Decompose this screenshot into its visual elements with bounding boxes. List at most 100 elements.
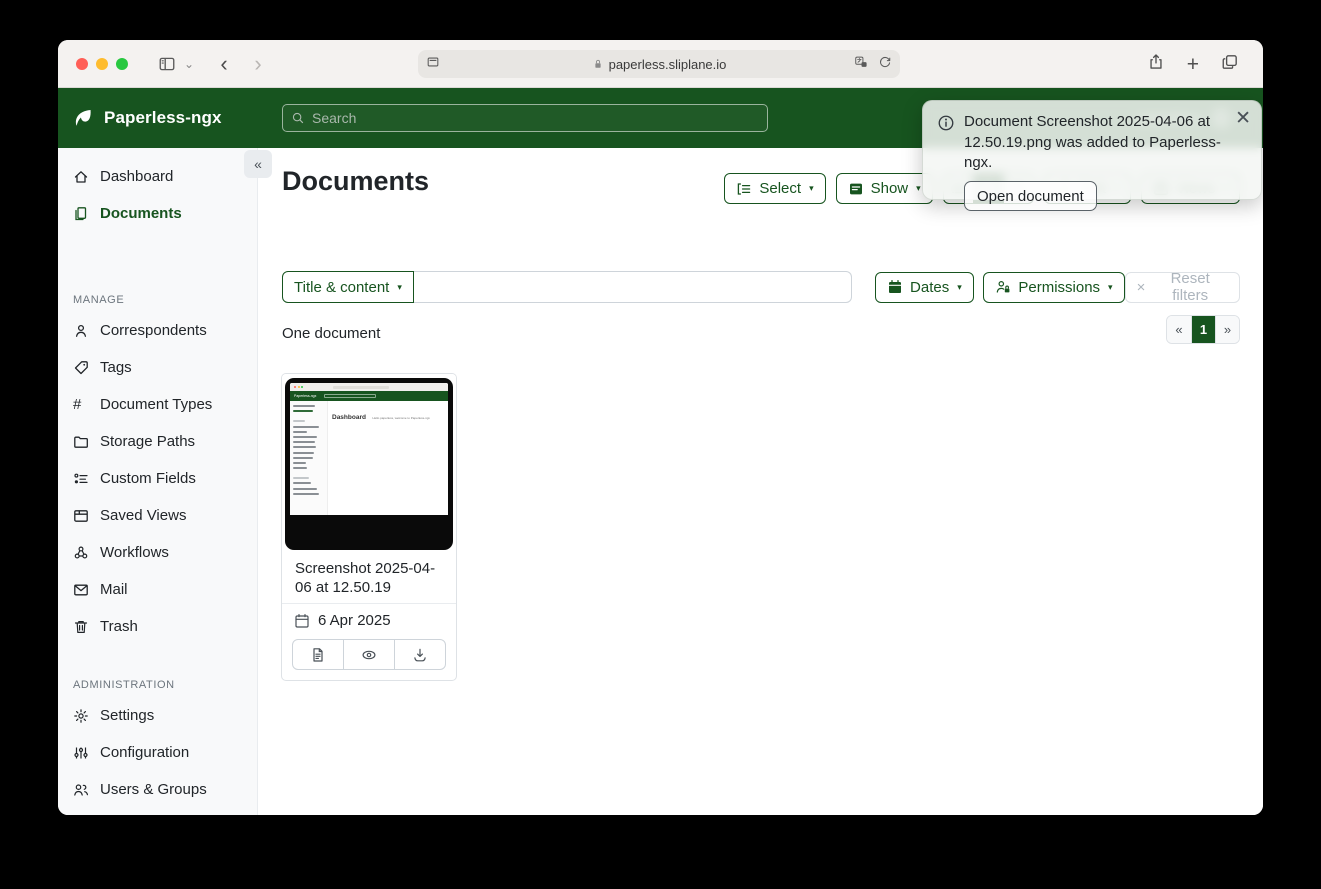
metadata-button[interactable] (292, 639, 344, 670)
sidebar-item-label: Saved Views (100, 507, 186, 524)
browser-window: ⌄ ‹ › paperless.sliplane.io + (58, 40, 1263, 815)
caret-down-icon: ▾ (916, 183, 921, 194)
sidebar-item-workflows[interactable]: Workflows (58, 534, 257, 571)
pagination-next[interactable]: » (1215, 316, 1239, 343)
folder-icon (73, 434, 89, 450)
sidebar-item-tags[interactable]: Tags (58, 349, 257, 386)
reset-filters-button[interactable]: × Reset filters (1125, 272, 1240, 303)
sidebar-item-storage-paths[interactable]: Storage Paths (58, 423, 257, 460)
translate-icon[interactable] (854, 55, 868, 74)
documents-icon (73, 206, 89, 222)
download-button[interactable] (394, 639, 446, 670)
calendar-icon (887, 279, 903, 295)
filter-input-group: Title & content ▾ (282, 271, 852, 303)
document-title[interactable]: Screenshot 2025-04-06 at 12.50.19 (282, 552, 456, 603)
sidebar-item-label: Document Types (100, 396, 212, 413)
toast-notification: Document Screenshot 2025-04-06 at 12.50.… (922, 100, 1262, 200)
mail-icon (73, 582, 89, 598)
filter-field-dropdown[interactable]: Title & content ▾ (282, 271, 414, 303)
workflows-icon (73, 545, 89, 561)
pagination-page-1[interactable]: 1 (1191, 316, 1215, 343)
window-controls (76, 58, 128, 70)
sidebar-manage-heading: MANAGE (73, 294, 257, 306)
sidebar-item-documents[interactable]: Documents (58, 195, 257, 232)
sidebar-collapse-button[interactable]: « (244, 150, 272, 178)
permissions-button[interactable]: Permissions ▾ (983, 272, 1124, 303)
pagination-prev[interactable]: « (1167, 316, 1191, 343)
tab-overview-icon[interactable] (1221, 53, 1239, 76)
document-card: Paperless-ngx (281, 373, 457, 681)
sidebar-item-label: Dashboard (100, 168, 173, 185)
reader-icon[interactable] (426, 55, 440, 74)
pagination: « 1 » (1166, 315, 1240, 344)
address-bar[interactable]: paperless.sliplane.io (418, 50, 900, 78)
custom-fields-icon (73, 471, 89, 487)
global-search (282, 104, 768, 132)
home-icon (73, 169, 89, 185)
sidebar-item-saved-views[interactable]: Saved Views (58, 497, 257, 534)
document-date: 6 Apr 2025 (318, 612, 391, 629)
sidebar-item-custom-fields[interactable]: Custom Fields (58, 460, 257, 497)
paperless-leaf-icon (72, 107, 94, 129)
browser-sidebar-icon[interactable] (158, 55, 176, 73)
sidebar-item-correspondents[interactable]: Correspondents (58, 312, 257, 349)
page-title: Documents (282, 166, 429, 197)
tag-icon (73, 360, 89, 376)
close-window-button[interactable] (76, 58, 88, 70)
new-tab-button[interactable]: + (1187, 54, 1199, 75)
chevron-down-icon[interactable]: ⌄ (184, 57, 194, 71)
permissions-icon (995, 279, 1011, 295)
show-fields-icon (848, 181, 864, 197)
sidebar-item-configuration[interactable]: Configuration (58, 734, 257, 771)
document-actions (282, 637, 456, 680)
caret-down-icon: ▾ (957, 282, 962, 293)
toast-message: Document Screenshot 2025-04-06 at 12.50.… (964, 112, 1222, 174)
forward-button[interactable]: › (246, 53, 270, 75)
sidebar-item-label: Users & Groups (100, 781, 207, 798)
filter-text-input[interactable] (414, 271, 852, 303)
filter-row: Title & content ▾ Dates ▾ Permissions ▾ (282, 271, 1240, 303)
back-button[interactable]: ‹ (212, 53, 236, 75)
show-button[interactable]: Show ▾ (836, 173, 933, 204)
caret-down-icon: ▾ (1108, 282, 1113, 293)
minimize-window-button[interactable] (96, 58, 108, 70)
sidebar-item-label: Settings (100, 707, 154, 724)
caret-down-icon: ▾ (397, 282, 402, 293)
dates-button[interactable]: Dates ▾ (875, 272, 974, 303)
open-document-button[interactable]: Open document (964, 181, 1097, 211)
thumbnail-image: Paperless-ngx (285, 378, 453, 550)
sidebar-item-label: Configuration (100, 744, 189, 761)
reload-icon[interactable] (878, 55, 892, 74)
sidebar-admin-heading: ADMINISTRATION (73, 679, 257, 691)
sidebar-item-label: Mail (100, 581, 128, 598)
saved-views-icon (73, 508, 89, 524)
document-date-row: 6 Apr 2025 (282, 603, 456, 637)
trash-icon (73, 619, 89, 635)
sidebar-item-label: Documents (100, 205, 182, 222)
sidebar-item-users-groups[interactable]: Users & Groups (58, 771, 257, 808)
users-icon (73, 782, 89, 798)
sidebar-item-label: Correspondents (100, 322, 207, 339)
calendar-outline-icon (294, 613, 310, 629)
preview-button[interactable] (343, 639, 395, 670)
sidebar-item-label: Storage Paths (100, 433, 195, 450)
url-text: paperless.sliplane.io (609, 57, 727, 72)
sidebar-item-label: Workflows (100, 544, 169, 561)
document-thumbnail[interactable]: Paperless-ngx (282, 374, 456, 552)
search-icon (291, 111, 305, 125)
sidebar-item-mail[interactable]: Mail (58, 571, 257, 608)
person-icon (73, 323, 89, 339)
select-button[interactable]: Select ▾ (724, 173, 825, 204)
zoom-window-button[interactable] (116, 58, 128, 70)
toast-close-button[interactable]: ✕ (1235, 109, 1251, 128)
search-input[interactable] (312, 110, 759, 126)
app-title: Paperless-ngx (104, 108, 222, 128)
info-icon (937, 114, 955, 174)
sidebar-item-document-types[interactable]: # Document Types (58, 386, 257, 423)
gear-icon (73, 708, 89, 724)
app-brand[interactable]: Paperless-ngx (72, 107, 222, 129)
sidebar-item-trash[interactable]: Trash (58, 608, 257, 645)
share-icon[interactable] (1147, 53, 1165, 76)
sidebar-item-settings[interactable]: Settings (58, 697, 257, 734)
sidebar-item-dashboard[interactable]: Dashboard (58, 158, 257, 195)
